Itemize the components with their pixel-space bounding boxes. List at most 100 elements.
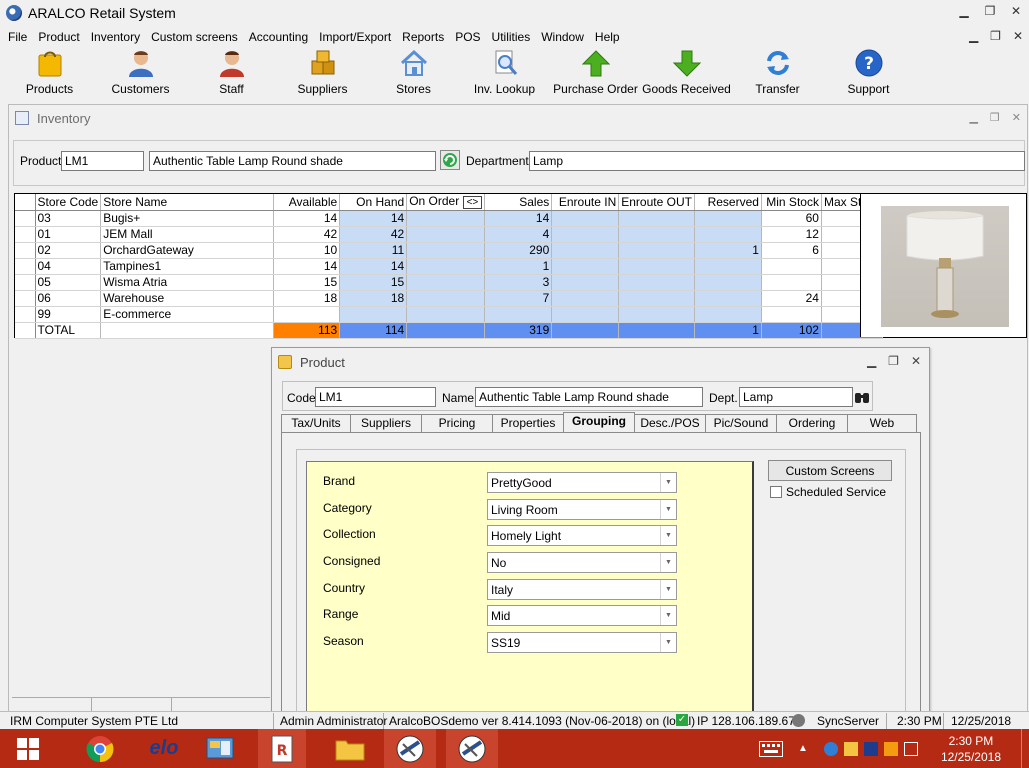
cell-code[interactable]: 04	[35, 258, 102, 275]
taskbar-report-app[interactable]: R	[258, 729, 306, 768]
toolbar-staff-button[interactable]: Staff	[186, 46, 277, 98]
table-row[interactable]: 02OrchardGateway10112901610	[15, 242, 883, 259]
tab-properties[interactable]: Properties	[492, 414, 564, 432]
taskbar-aralco-1[interactable]	[384, 729, 436, 768]
product-close-icon[interactable]: ✕	[911, 354, 921, 368]
tab-grouping[interactable]: Grouping	[563, 412, 635, 432]
col-on-order[interactable]: On Order <>	[406, 194, 486, 211]
col-sales[interactable]: Sales	[484, 194, 553, 211]
restore-icon[interactable]: ❐	[983, 4, 997, 18]
close-icon[interactable]: ✕	[1009, 4, 1023, 18]
tab-pic-sound[interactable]: Pic/Sound	[705, 414, 777, 432]
table-row[interactable]: 06Warehouse181872430	[15, 290, 883, 307]
cell-min[interactable]: 24	[761, 290, 822, 307]
row-selector[interactable]	[15, 258, 36, 275]
cell-enout[interactable]	[618, 226, 695, 243]
col-store-name[interactable]: Store Name	[100, 194, 275, 211]
menu-accounting[interactable]: Accounting	[249, 30, 308, 44]
tab-pricing[interactable]: Pricing	[421, 414, 493, 432]
taskbar-aralco-2[interactable]	[446, 729, 498, 768]
col-min-stock[interactable]: Min Stock	[761, 194, 822, 211]
tray-app-icon[interactable]	[864, 741, 878, 756]
row-selector[interactable]	[15, 306, 36, 323]
touch-keyboard-icon[interactable]	[756, 729, 786, 768]
cell-sales[interactable]: 290	[484, 242, 553, 259]
refresh-button[interactable]	[440, 150, 460, 170]
cell-onhand[interactable]: 11	[339, 242, 408, 259]
cell-reserved[interactable]	[694, 274, 762, 291]
cell-code[interactable]: 02	[35, 242, 102, 259]
cell-reserved[interactable]	[694, 306, 762, 323]
col-on-hand[interactable]: On Hand	[339, 194, 408, 211]
cell-code[interactable]: 03	[35, 210, 102, 227]
consigned-select[interactable]: No ▼	[487, 552, 677, 573]
product-name-input[interactable]: Authentic Table Lamp Round shade	[149, 151, 436, 171]
menu-import-export[interactable]: Import/Export	[319, 30, 391, 44]
mdi-restore-icon[interactable]: ❐	[990, 29, 1001, 43]
category-select[interactable]: Living Room ▼	[487, 499, 677, 520]
cell-min[interactable]	[761, 306, 822, 323]
tray-network-icon[interactable]	[824, 741, 838, 756]
cell-code[interactable]: 01	[35, 226, 102, 243]
cell-reserved[interactable]	[694, 258, 762, 275]
cell-onorder[interactable]	[406, 258, 486, 275]
cell-enin[interactable]	[551, 258, 620, 275]
cell-min[interactable]: 60	[761, 210, 822, 227]
cell-code[interactable]: 06	[35, 290, 102, 307]
cell-onorder[interactable]	[406, 226, 486, 243]
cell-reserved[interactable]: 1	[694, 242, 762, 259]
cell-reserved[interactable]	[694, 210, 762, 227]
show-desktop-button[interactable]	[1021, 729, 1027, 768]
cell-enout[interactable]	[618, 242, 695, 259]
table-row[interactable]: 04 Tampines1 14 14 1	[15, 258, 883, 275]
tab-suppliers[interactable]: Suppliers	[350, 414, 422, 432]
product-restore-icon[interactable]: ❐	[888, 354, 899, 368]
col-reserved[interactable]: Reserved	[694, 194, 762, 211]
code-input[interactable]: LM1	[315, 387, 436, 407]
start-button[interactable]	[10, 729, 46, 768]
country-select[interactable]: Italy ▼	[487, 579, 677, 600]
col-enroute-in[interactable]: Enroute IN	[551, 194, 620, 211]
menu-product[interactable]: Product	[38, 30, 79, 44]
cell-onhand[interactable]: 42	[339, 226, 408, 243]
cell-enin[interactable]	[551, 226, 620, 243]
dept-input[interactable]: Lamp	[739, 387, 853, 407]
cell-available[interactable]: 42	[273, 226, 341, 243]
taskbar-clock[interactable]: 2:30 PM 12/25/2018	[941, 733, 1001, 765]
toolbar-goods-received-button[interactable]: Goods Received	[641, 46, 732, 98]
cell-available[interactable]: 14	[273, 210, 341, 227]
mdi-minimize-icon[interactable]: ▁	[969, 29, 978, 43]
menu-file[interactable]: File	[8, 30, 27, 44]
cell-enin[interactable]	[551, 306, 620, 323]
menu-help[interactable]: Help	[595, 30, 620, 44]
cell-onorder[interactable]	[406, 210, 486, 227]
cell-enout[interactable]	[618, 210, 695, 227]
toolbar-inv-lookup-button[interactable]: Inv. Lookup	[459, 46, 550, 98]
tray-display-icon[interactable]	[904, 741, 918, 756]
cell-sales[interactable]: 4	[484, 226, 553, 243]
cell-min[interactable]	[761, 258, 822, 275]
taskbar-file-explorer[interactable]	[326, 729, 374, 768]
toolbar-stores-button[interactable]: Stores	[368, 46, 459, 98]
cell-name[interactable]: Tampines1	[100, 258, 275, 275]
cell-enin[interactable]	[551, 290, 620, 307]
toolbar-products-button[interactable]: Products	[4, 46, 95, 98]
cell-min[interactable]: 12	[761, 226, 822, 243]
cell-min[interactable]	[761, 274, 822, 291]
custom-screens-button[interactable]: Custom Screens	[768, 460, 892, 481]
brand-select[interactable]: PrettyGood ▼	[487, 472, 677, 493]
tab-tax-units[interactable]: Tax/Units	[281, 414, 351, 432]
cell-onhand[interactable]: 15	[339, 274, 408, 291]
cell-onorder[interactable]	[406, 242, 486, 259]
menu-inventory[interactable]: Inventory	[91, 30, 140, 44]
cell-enin[interactable]	[551, 274, 620, 291]
product-code-input[interactable]: LM1	[61, 151, 144, 171]
cell-enout[interactable]	[618, 306, 695, 323]
cell-name[interactable]: Bugis+	[100, 210, 275, 227]
cell-min[interactable]: 6	[761, 242, 822, 259]
taskbar-control-panel[interactable]	[198, 729, 242, 768]
table-row[interactable]: 05 Wisma Atria 15 15 3	[15, 274, 883, 291]
toolbar-suppliers-button[interactable]: Suppliers	[277, 46, 368, 98]
mdi-tab[interactable]	[92, 698, 172, 711]
menu-utilities[interactable]: Utilities	[492, 30, 531, 44]
